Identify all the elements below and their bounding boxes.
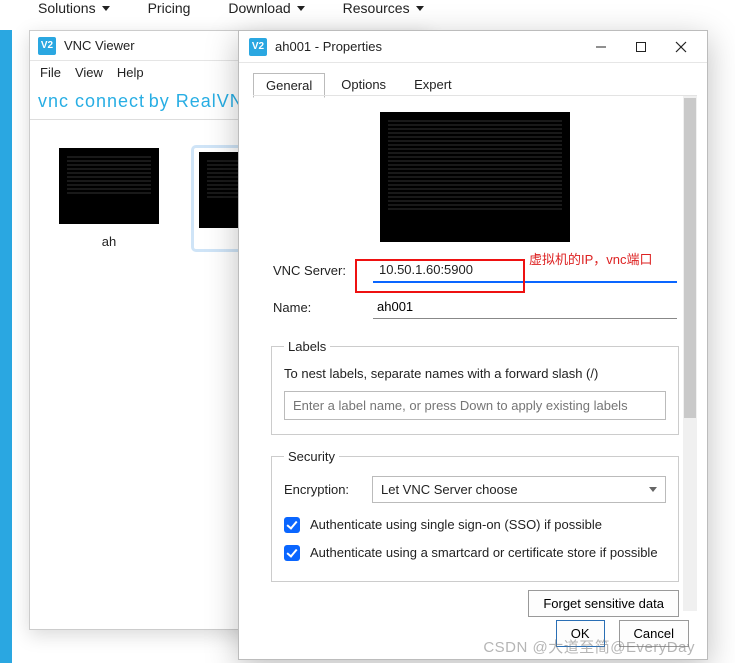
menu-file[interactable]: File (40, 65, 61, 80)
labels-fieldset: Labels To nest labels, separate names wi… (271, 339, 679, 435)
minimize-button[interactable] (581, 33, 621, 61)
encryption-label: Encryption: (284, 482, 364, 497)
smartcard-label: Authenticate using a smartcard or certif… (310, 545, 658, 560)
labels-legend: Labels (284, 339, 330, 354)
name-label: Name: (273, 300, 365, 315)
sso-checkbox-row[interactable]: Authenticate using single sign-on (SSO) … (284, 511, 666, 539)
annotation-text: 虚拟机的IP，vnc端口 (529, 249, 653, 268)
maximize-button[interactable] (621, 33, 661, 61)
vnc-server-label: VNC Server: (273, 263, 365, 278)
chevron-down-icon (102, 6, 110, 11)
menu-help[interactable]: Help (117, 65, 144, 80)
properties-body: VNC Server: 10.50.1.60:5900 Name: Labels… (253, 95, 697, 611)
connection-label: ah (102, 234, 116, 249)
smartcard-checkbox-row[interactable]: Authenticate using a smartcard or certif… (284, 539, 666, 567)
forget-sensitive-button[interactable]: Forget sensitive data (528, 590, 679, 617)
nav-download[interactable]: Download (228, 0, 304, 16)
annotation-box (355, 259, 525, 293)
connection-thumb[interactable]: ah (54, 148, 164, 249)
ok-button[interactable]: OK (556, 620, 605, 647)
connection-preview (253, 96, 697, 252)
name-input[interactable] (373, 295, 677, 319)
encryption-select[interactable]: Let VNC Server choose (372, 476, 666, 503)
vnc-logo-icon: V2 (38, 37, 56, 55)
vnc-viewer-title: VNC Viewer (64, 38, 135, 53)
properties-title: ah001 - Properties (275, 39, 581, 54)
labels-input[interactable] (284, 391, 666, 420)
chevron-down-icon (416, 6, 424, 11)
nav-resources[interactable]: Resources (343, 0, 424, 16)
properties-titlebar[interactable]: V2 ah001 - Properties (239, 31, 707, 63)
terminal-preview-icon (380, 112, 570, 242)
page-left-accent (0, 30, 12, 663)
dialog-buttons: OK Cancel (556, 620, 689, 647)
checkbox-checked-icon[interactable] (284, 545, 300, 561)
labels-hint: To nest labels, separate names with a fo… (284, 366, 666, 381)
nav-pricing[interactable]: Pricing (148, 0, 191, 16)
menu-view[interactable]: View (75, 65, 103, 80)
properties-tabs: General Options Expert (239, 63, 707, 98)
terminal-thumbnail-icon (59, 148, 159, 224)
nav-solutions[interactable]: Solutions (38, 0, 110, 16)
sso-label: Authenticate using single sign-on (SSO) … (310, 517, 602, 532)
properties-dialog: V2 ah001 - Properties General Options Ex… (238, 30, 708, 660)
vnc-logo-icon: V2 (249, 38, 267, 56)
site-nav: Solutions Pricing Download Resources (0, 0, 735, 24)
brand-logo: vnc connect by RealVNC (38, 91, 258, 112)
security-fieldset: Security Encryption: Let VNC Server choo… (271, 449, 679, 582)
scrollbar-track[interactable] (683, 96, 697, 611)
checkbox-checked-icon[interactable] (284, 517, 300, 533)
chevron-down-icon (649, 487, 657, 492)
close-button[interactable] (661, 33, 701, 61)
chevron-down-icon (297, 6, 305, 11)
cancel-button[interactable]: Cancel (619, 620, 689, 647)
security-legend: Security (284, 449, 339, 464)
